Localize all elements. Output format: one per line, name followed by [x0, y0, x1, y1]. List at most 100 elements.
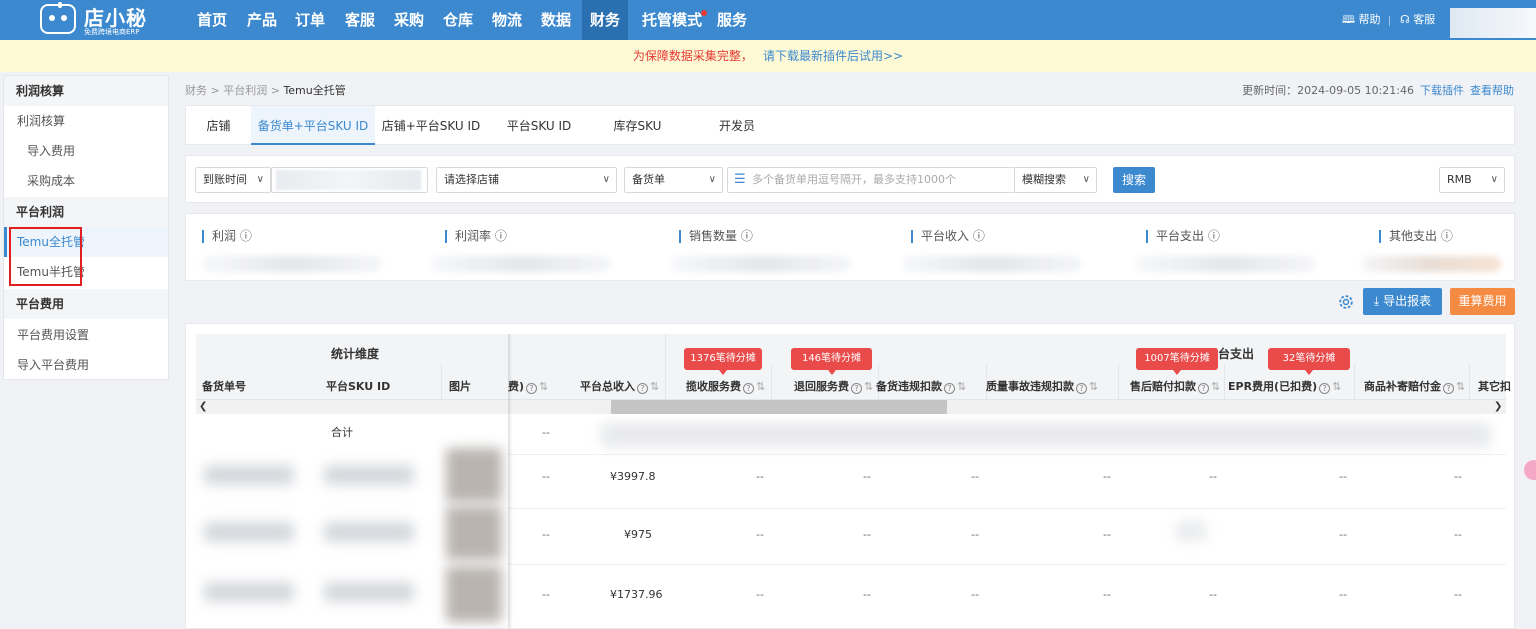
- product-image[interactable]: [446, 448, 502, 502]
- horizontal-scrollbar[interactable]: [196, 400, 508, 414]
- help-icon[interactable]: ?: [1319, 383, 1331, 394]
- help-icon[interactable]: ⓘ: [1441, 229, 1453, 243]
- nav-service[interactable]: 服务: [710, 0, 754, 40]
- help-icon[interactable]: ?: [851, 383, 862, 394]
- help-icon[interactable]: ?: [1198, 383, 1209, 394]
- nav-data[interactable]: 数据: [534, 0, 578, 40]
- floating-assistant-button[interactable]: [1524, 460, 1536, 480]
- user-account-menu[interactable]: [1450, 8, 1536, 38]
- col-platform-sku-id[interactable]: 平台SKU ID: [326, 378, 390, 394]
- help-icon[interactable]: ?: [743, 383, 754, 394]
- nav-purchase[interactable]: 采购: [387, 0, 431, 40]
- notice-download-link[interactable]: 请下载最新插件后试用>>: [763, 49, 903, 63]
- col-epr-fee[interactable]: EPR费用(已扣费)? ⇅: [1228, 378, 1341, 394]
- sort-icon[interactable]: ⇅: [1456, 380, 1465, 393]
- help-icon[interactable]: ⓘ: [973, 229, 985, 243]
- col-return-service-fee[interactable]: 退回服务费? ⇅: [794, 378, 873, 394]
- sidebar-item-platform-fee-settings[interactable]: 平台费用设置: [4, 320, 168, 350]
- sidebar-item-profit-accounting[interactable]: 利润核算: [4, 106, 168, 136]
- col-pickup-service-fee[interactable]: 揽收服务费? ⇅: [686, 378, 765, 394]
- sidebar-item-import-fees[interactable]: 导入费用: [4, 136, 168, 166]
- sort-icon[interactable]: ⇅: [1089, 380, 1098, 393]
- nav-customer-service[interactable]: 客服: [338, 0, 382, 40]
- tab-store-sku[interactable]: 店铺+平台SKU ID: [375, 106, 487, 145]
- blurred-value: [1176, 521, 1206, 541]
- col-after-sale-deduction[interactable]: 售后赔付扣款? ⇅: [1130, 378, 1220, 394]
- help-link[interactable]: 🕮 帮助: [1342, 0, 1380, 40]
- col-platform-total-income-label: 平台总收入: [580, 380, 635, 393]
- sort-icon[interactable]: ⇅: [1332, 380, 1341, 393]
- help-icon[interactable]: ?: [526, 383, 538, 394]
- nav-warehouse[interactable]: 仓库: [436, 0, 480, 40]
- col-stock-violation-deduction[interactable]: 备货违规扣款? ⇅: [876, 378, 966, 394]
- nav-logistics[interactable]: 物流: [485, 0, 529, 40]
- sort-icon[interactable]: ⇅: [864, 380, 873, 393]
- col-stock-order-number[interactable]: 备货单号: [202, 378, 246, 394]
- store-select[interactable]: 请选择店铺 ∨: [436, 167, 617, 193]
- sort-icon[interactable]: ⇅: [539, 380, 548, 393]
- help-icon[interactable]: ?: [637, 383, 648, 394]
- product-image[interactable]: [446, 506, 502, 560]
- help-icon[interactable]: ?: [1076, 383, 1087, 394]
- help-icon[interactable]: ⓘ: [495, 229, 507, 243]
- tab-inventory-sku[interactable]: 库存SKU: [591, 106, 684, 145]
- headset-icon: ☊: [1400, 13, 1410, 26]
- sort-icon[interactable]: ⇅: [756, 380, 765, 393]
- chevron-down-icon: ∨: [1082, 174, 1090, 185]
- column-divider: [441, 364, 442, 400]
- col-partial-fee[interactable]: 费)? ⇅: [508, 378, 548, 394]
- tab-store[interactable]: 店铺: [186, 106, 251, 145]
- blurred-value: [431, 256, 611, 272]
- scroll-left-icon[interactable]: ❮: [199, 400, 207, 414]
- help-icon[interactable]: ⓘ: [1208, 229, 1220, 243]
- help-icon[interactable]: ?: [944, 383, 955, 394]
- match-mode-select[interactable]: 模糊搜索 ∨: [1014, 167, 1097, 193]
- pending-allocation-badge: 146笔待分摊: [791, 348, 872, 375]
- currency-select[interactable]: RMB ∨: [1439, 167, 1505, 193]
- export-report-button[interactable]: ⤓ 导出报表: [1363, 288, 1442, 315]
- sidebar-item-purchase-cost[interactable]: 采购成本: [4, 166, 168, 196]
- service-link[interactable]: ☊ 客服: [1400, 0, 1435, 40]
- breadcrumb-platform-profit[interactable]: 平台利润: [223, 84, 267, 97]
- nav-home[interactable]: 首页: [190, 0, 234, 40]
- nav-order[interactable]: 订单: [288, 0, 332, 40]
- tab-developer[interactable]: 开发员: [684, 106, 790, 145]
- blurred-value: [902, 256, 1082, 272]
- gear-icon[interactable]: [1337, 293, 1355, 311]
- sort-icon[interactable]: ⇅: [957, 380, 966, 393]
- view-help-link[interactable]: 查看帮助: [1470, 84, 1514, 97]
- product-image[interactable]: [446, 566, 502, 622]
- col-platform-total-income[interactable]: 平台总收入? ⇅: [580, 378, 659, 394]
- nav-product[interactable]: 产品: [240, 0, 284, 40]
- col-image[interactable]: 图片: [449, 378, 471, 394]
- blurred-order-number: [204, 522, 294, 542]
- nav-hosting-mode[interactable]: 托管模式: [634, 0, 710, 40]
- tab-platform-sku[interactable]: 平台SKU ID: [487, 106, 591, 145]
- col-reshipment-compensation[interactable]: 商品补寄赔付金? ⇅: [1364, 378, 1465, 394]
- service-label: 客服: [1413, 13, 1436, 26]
- search-button[interactable]: 搜索: [1113, 167, 1155, 193]
- help-icon[interactable]: ⓘ: [741, 229, 753, 243]
- stat-profit: 利润 ⓘ: [202, 230, 252, 243]
- scrollbar-thumb[interactable]: [611, 400, 947, 414]
- stat-platform-income: 平台收入 ⓘ: [911, 230, 985, 243]
- cell-after-sale: --: [1209, 470, 1217, 483]
- doc-type-select[interactable]: 备货单 ∨: [624, 167, 723, 193]
- recalculate-fees-button[interactable]: 重算费用: [1450, 288, 1515, 315]
- date-type-select[interactable]: 到账时间 ∨: [195, 167, 271, 193]
- sort-icon[interactable]: ⇅: [1211, 380, 1220, 393]
- tab-stock-order-sku[interactable]: 备货单+平台SKU ID: [251, 106, 375, 145]
- col-other-deduction[interactable]: 其它扣: [1478, 378, 1511, 394]
- sort-icon[interactable]: ⇅: [650, 380, 659, 393]
- help-icon[interactable]: ⓘ: [240, 229, 252, 243]
- sidebar-item-import-platform-fees[interactable]: 导入平台费用: [4, 350, 168, 380]
- download-plugin-link[interactable]: 下载插件: [1420, 84, 1464, 97]
- app-logo[interactable]: 店小秘 免费跨境电商ERP: [40, 2, 180, 37]
- help-icon[interactable]: ?: [1443, 383, 1454, 394]
- nav-finance[interactable]: 财务: [582, 0, 628, 40]
- breadcrumb-finance[interactable]: 财务: [185, 84, 207, 97]
- date-range-input[interactable]: [271, 167, 428, 193]
- doc-number-input[interactable]: ☰ 多个备货单用逗号隔开，最多支持1000个: [727, 167, 1015, 193]
- col-quality-violation-deduction[interactable]: 质量事故违规扣款? ⇅: [986, 378, 1098, 394]
- scroll-right-icon[interactable]: ❯: [1494, 400, 1502, 414]
